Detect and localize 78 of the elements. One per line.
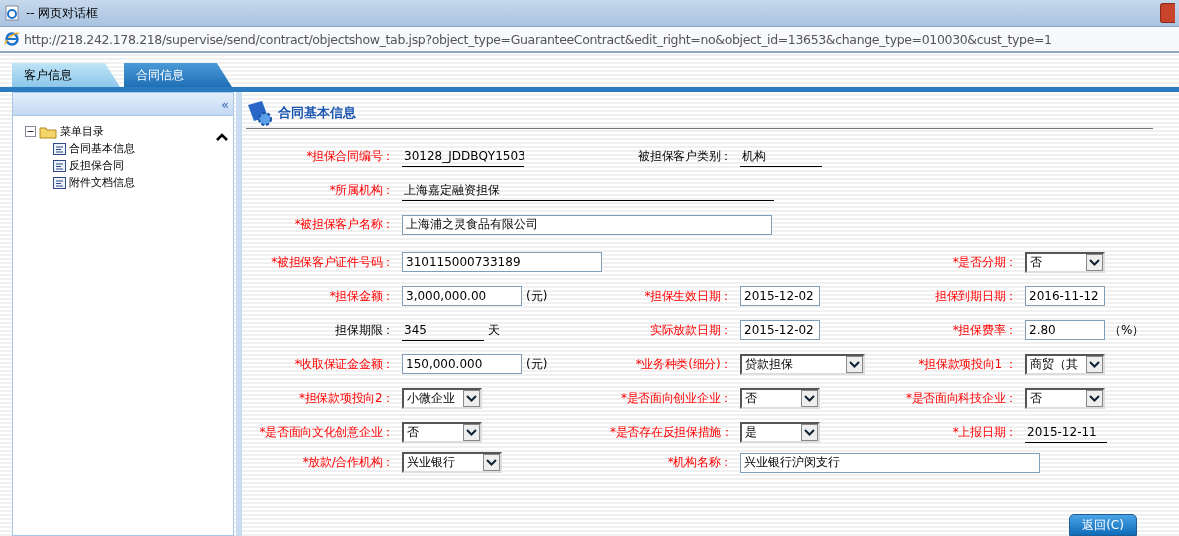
value-field: 上海嘉定融资担保 bbox=[402, 180, 774, 202]
folder-icon bbox=[39, 124, 57, 139]
input-field[interactable]: 150,000.000 bbox=[402, 354, 522, 374]
field-label: *所属机构： bbox=[328, 182, 395, 200]
input-field[interactable]: 2016-11-12 bbox=[1025, 286, 1105, 306]
unit-label: (元) bbox=[526, 355, 548, 373]
input-field[interactable]: 2015-12-02 bbox=[740, 320, 820, 340]
chevron-down-icon bbox=[1086, 355, 1103, 373]
dropdown[interactable]: 否 bbox=[740, 387, 820, 409]
value-field: 30128_JDDBQY1503 bbox=[402, 146, 524, 168]
field-label: *是否分期： bbox=[951, 253, 1018, 271]
tree-item[interactable]: 合同基本信息 bbox=[69, 141, 135, 156]
field-label: *机构名称： bbox=[666, 454, 733, 472]
input-field[interactable]: 上海浦之灵食品有限公司 bbox=[402, 214, 772, 235]
field-label: *是否面向文化创意企业： bbox=[258, 423, 395, 441]
field-label: 担保期限： bbox=[334, 321, 395, 339]
tree-item[interactable]: 菜单目录 bbox=[60, 124, 104, 139]
section-title: 合同基本信息 bbox=[278, 104, 356, 122]
collapse-icon[interactable] bbox=[25, 126, 36, 137]
unit-label: (元) bbox=[526, 287, 548, 305]
field-label: *担保款项投向1 ： bbox=[917, 355, 1018, 373]
tab[interactable]: 合同信息 bbox=[124, 63, 232, 87]
dropdown[interactable]: 否 bbox=[402, 421, 482, 443]
unit-label: 天 bbox=[488, 321, 500, 339]
field-label: *担保费率： bbox=[951, 321, 1018, 339]
field-label: *是否存在反担保措施： bbox=[610, 423, 734, 441]
dropdown[interactable]: 是 bbox=[740, 421, 820, 443]
chevron-down-icon bbox=[483, 454, 500, 472]
chevron-down-icon bbox=[1086, 253, 1103, 271]
value-field: 机构 bbox=[740, 146, 822, 168]
field-label: *业务种类(细分)： bbox=[634, 355, 733, 373]
return-button[interactable]: 返回(C) bbox=[1069, 514, 1137, 536]
tab[interactable]: 客户信息 bbox=[12, 63, 120, 87]
unit-label: （%） bbox=[1109, 321, 1145, 339]
dropdown[interactable]: 贷款担保 bbox=[740, 353, 865, 375]
collapse-toggle[interactable]: « bbox=[221, 96, 229, 112]
dropdown[interactable]: 否 bbox=[1025, 251, 1105, 273]
field-label: *上报日期： bbox=[951, 423, 1018, 441]
input-field[interactable]: 310115000733189 bbox=[402, 252, 602, 272]
value-field: 345 bbox=[402, 319, 484, 341]
field-label: *是否面向科技企业： bbox=[905, 389, 1018, 407]
chevron-down-icon bbox=[1086, 389, 1103, 407]
url-text: http://218.242.178.218/supervise/send/contract/objectshow_tab.jsp?object_type=GuaranteeContract&edit_right=no&object_id=13653&change_type=010030&cust_type=1 bbox=[24, 31, 1052, 47]
dropdown[interactable]: 小微企业 bbox=[402, 387, 482, 409]
input-field[interactable]: 2015-12-02 bbox=[740, 286, 820, 306]
field-label: *是否面向创业企业： bbox=[620, 389, 733, 407]
page-icon bbox=[4, 5, 20, 21]
browser-icon bbox=[4, 31, 20, 47]
field-label: *担保款项投向2： bbox=[298, 389, 395, 407]
chevron-down-icon bbox=[463, 423, 480, 441]
chevron-down-icon bbox=[801, 389, 818, 407]
value-field: 2015-12-11 bbox=[1025, 421, 1107, 443]
field-label: *被担保客户证件号码： bbox=[270, 253, 395, 271]
chevron-down-icon bbox=[463, 389, 480, 407]
document-icon bbox=[53, 142, 66, 155]
field-label: 实际放款日期： bbox=[649, 321, 733, 339]
dropdown[interactable]: 商贸（其 bbox=[1025, 353, 1105, 375]
field-label: *担保生效日期： bbox=[643, 287, 733, 305]
document-icon bbox=[53, 176, 66, 189]
input-field[interactable]: 兴业银行沪闵支行 bbox=[740, 452, 1040, 473]
input-field[interactable]: 2.80 bbox=[1025, 320, 1105, 340]
document-icon bbox=[53, 159, 66, 172]
input-field[interactable]: 3,000,000.00 bbox=[402, 286, 522, 306]
chevron-down-icon bbox=[801, 423, 818, 441]
tree-item[interactable]: 附件文档信息 bbox=[69, 175, 135, 190]
window-title: -- 网页对话框 bbox=[26, 4, 99, 22]
dropdown[interactable]: 否 bbox=[1025, 387, 1105, 409]
tree-item[interactable]: 反担保合同 bbox=[69, 158, 124, 173]
field-label: *被担保客户名称： bbox=[293, 216, 395, 233]
field-label: *放款/合作机构： bbox=[301, 454, 395, 472]
field-label: *担保金额： bbox=[328, 287, 395, 305]
field-label: *担保合同编号： bbox=[305, 148, 395, 166]
field-label: 担保到期日期： bbox=[934, 287, 1018, 305]
scroll-up-icon[interactable] bbox=[215, 132, 229, 142]
chevron-down-icon bbox=[846, 355, 863, 373]
field-label: *收取保证金金额： bbox=[293, 355, 395, 373]
dropdown[interactable]: 兴业银行 bbox=[402, 452, 502, 474]
field-label: 被担保客户类别： bbox=[637, 148, 733, 166]
